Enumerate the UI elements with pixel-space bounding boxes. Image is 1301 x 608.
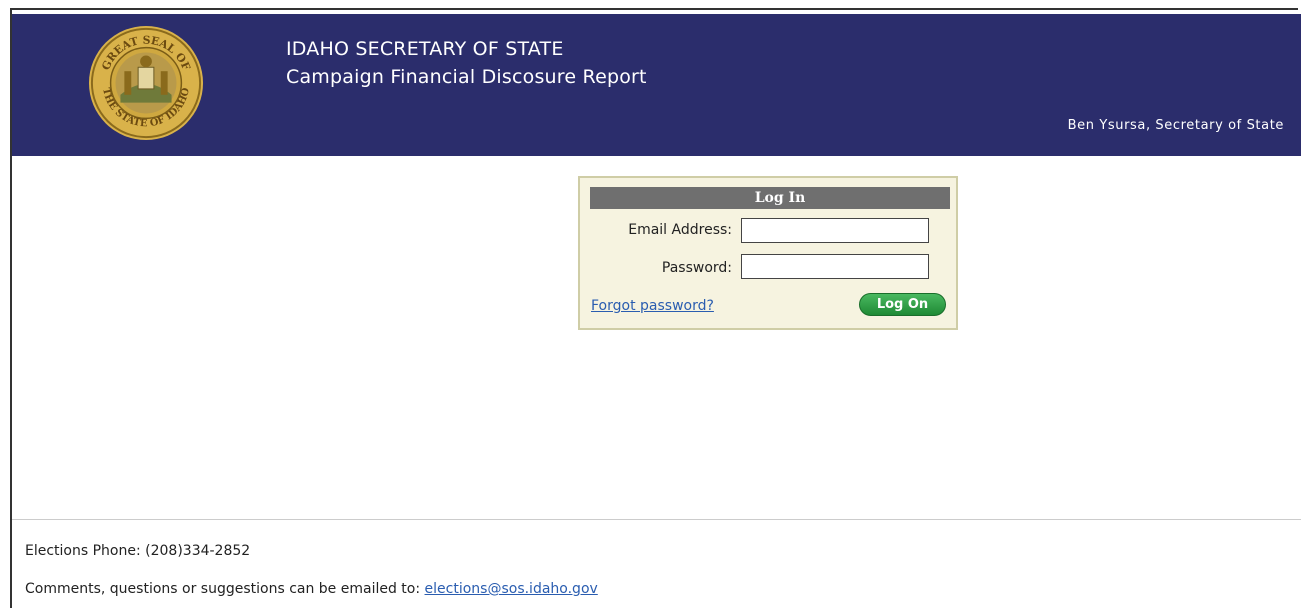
login-title: Log In: [590, 187, 950, 209]
elections-email-link[interactable]: elections@sos.idaho.gov: [425, 581, 598, 597]
password-field[interactable]: [741, 254, 929, 279]
elections-phone: Elections Phone: (208)334-2852: [25, 543, 251, 559]
log-on-button[interactable]: Log On: [859, 293, 946, 316]
comments-text: Comments, questions or suggestions can b…: [25, 581, 421, 597]
password-label: Password:: [661, 260, 732, 276]
official-name: Ben Ysursa, Secretary of State: [1067, 118, 1284, 133]
idaho-state-seal-icon: GREAT SEAL OF THE STATE OF IDAHO: [88, 25, 204, 141]
email-field[interactable]: [741, 218, 929, 243]
email-label: Email Address:: [628, 222, 732, 238]
page-title: IDAHO SECRETARY OF STATE: [286, 38, 564, 60]
footer-comments: Comments, questions or suggestions can b…: [25, 581, 598, 597]
login-panel: Log In Email Address: Password: Forgot p…: [578, 176, 958, 330]
page-subtitle: Campaign Financial Discosure Report: [286, 66, 647, 88]
forgot-password-link[interactable]: Forgot password?: [591, 298, 714, 314]
footer-divider: [12, 519, 1301, 520]
site-header: GREAT SEAL OF THE STATE OF IDAHO IDAHO S…: [12, 14, 1301, 156]
